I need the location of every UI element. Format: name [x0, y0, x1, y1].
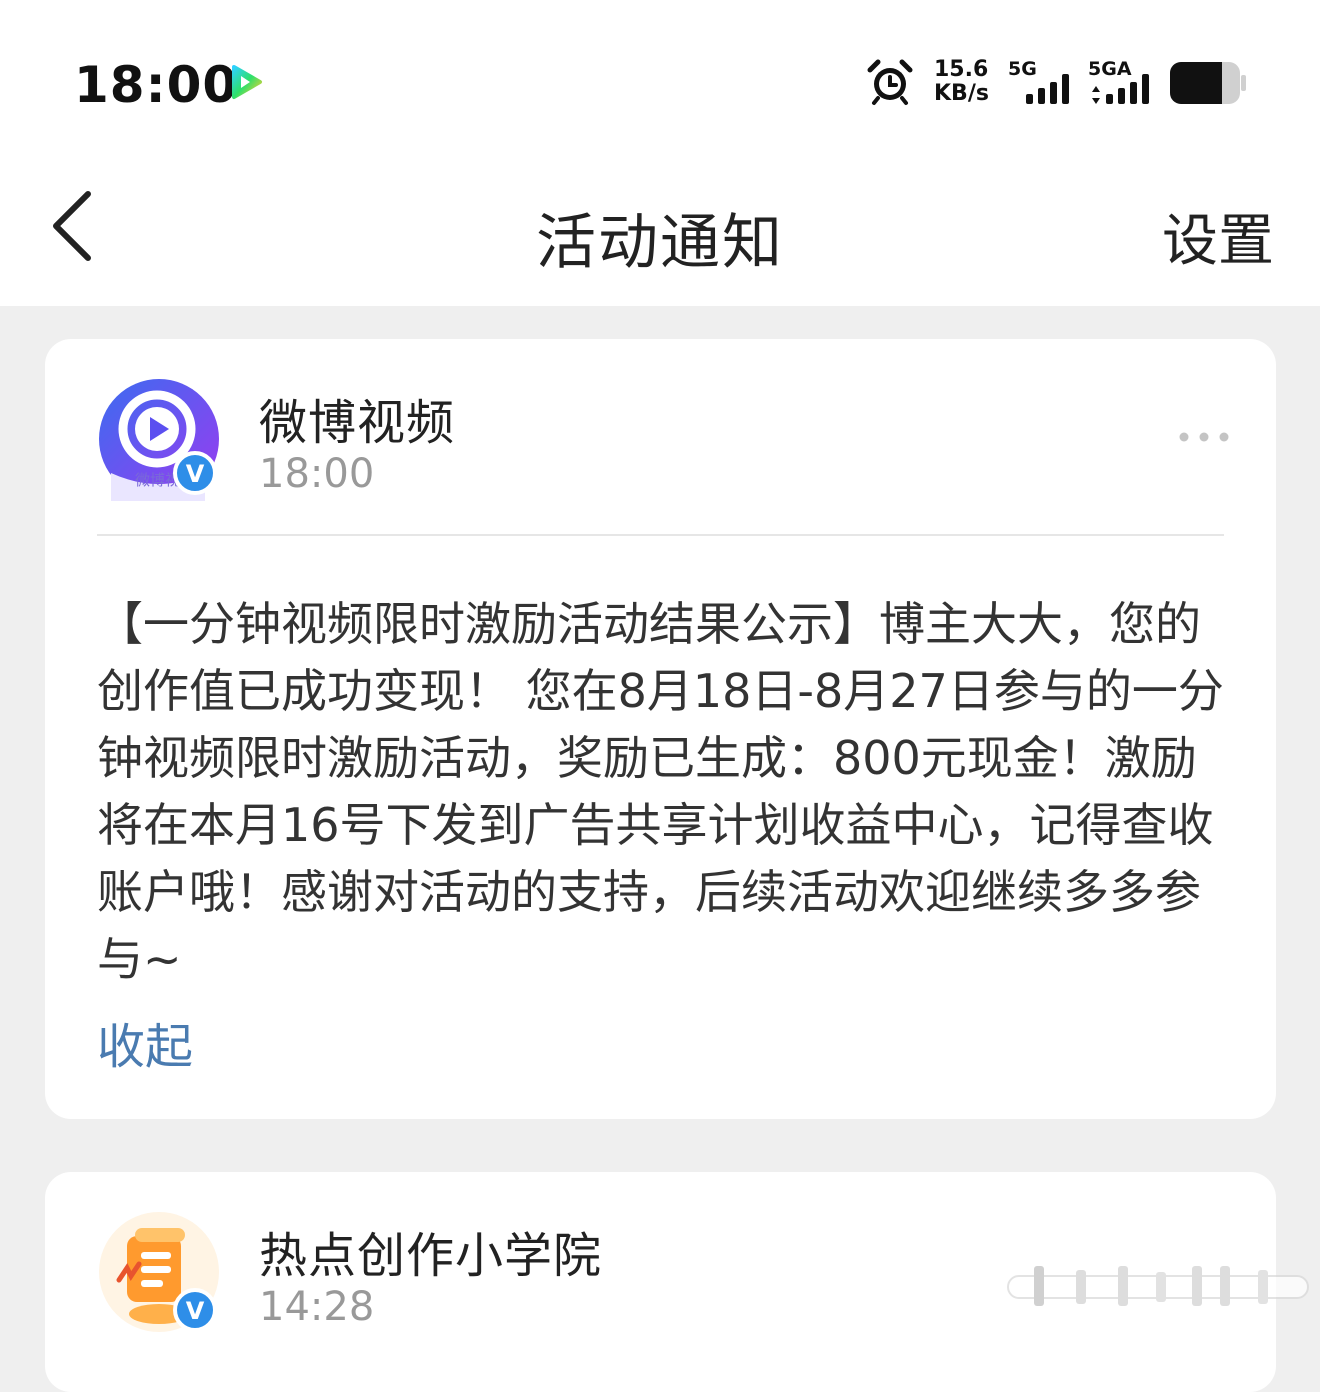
- speed-value: 15.6: [934, 57, 989, 82]
- network-speed: 15.6 KB/s: [934, 58, 994, 106]
- divider: [97, 534, 1224, 536]
- status-time: 18:00: [74, 56, 239, 114]
- signal-bars-icon: [1026, 74, 1069, 104]
- signal-bars-icon: [1092, 74, 1149, 104]
- avatar[interactable]: V: [97, 1210, 221, 1334]
- message-body: 【一分钟视频限时激励活动结果公示】博主大大，您的创作值已成功变现！ 您在8月18…: [97, 597, 1224, 986]
- sender-name[interactable]: 微博视频: [259, 383, 455, 453]
- verified-badge: V: [186, 460, 205, 488]
- verified-badge: V: [186, 1297, 205, 1325]
- collapse-link[interactable]: 收起: [97, 1007, 193, 1077]
- speed-unit: KB/s: [934, 81, 989, 106]
- page-title: 活动通知: [536, 208, 784, 278]
- nav-header: 活动通知 设置: [0, 160, 1320, 306]
- video-play-icon: [232, 65, 262, 99]
- watermark-graphic: [1007, 1266, 1309, 1306]
- message-time: 14:28: [259, 1284, 375, 1330]
- more-dots-icon[interactable]: [1178, 425, 1230, 449]
- alarm-clock-icon: [867, 59, 913, 105]
- settings-button[interactable]: 设置: [1162, 196, 1274, 277]
- message-time: 18:00: [259, 451, 375, 497]
- battery-icon: [1170, 62, 1246, 104]
- sender-name[interactable]: 热点创作小学院: [259, 1216, 602, 1286]
- notification-card: 微博视 V 微博视频 18:00 【一分钟视频限时激励活动结果公示】博主大大，您…: [45, 339, 1276, 1119]
- status-bar: 18:00 15.6 KB/s 5G 5GA: [0, 0, 1320, 160]
- avatar[interactable]: 微博视 V: [97, 377, 221, 501]
